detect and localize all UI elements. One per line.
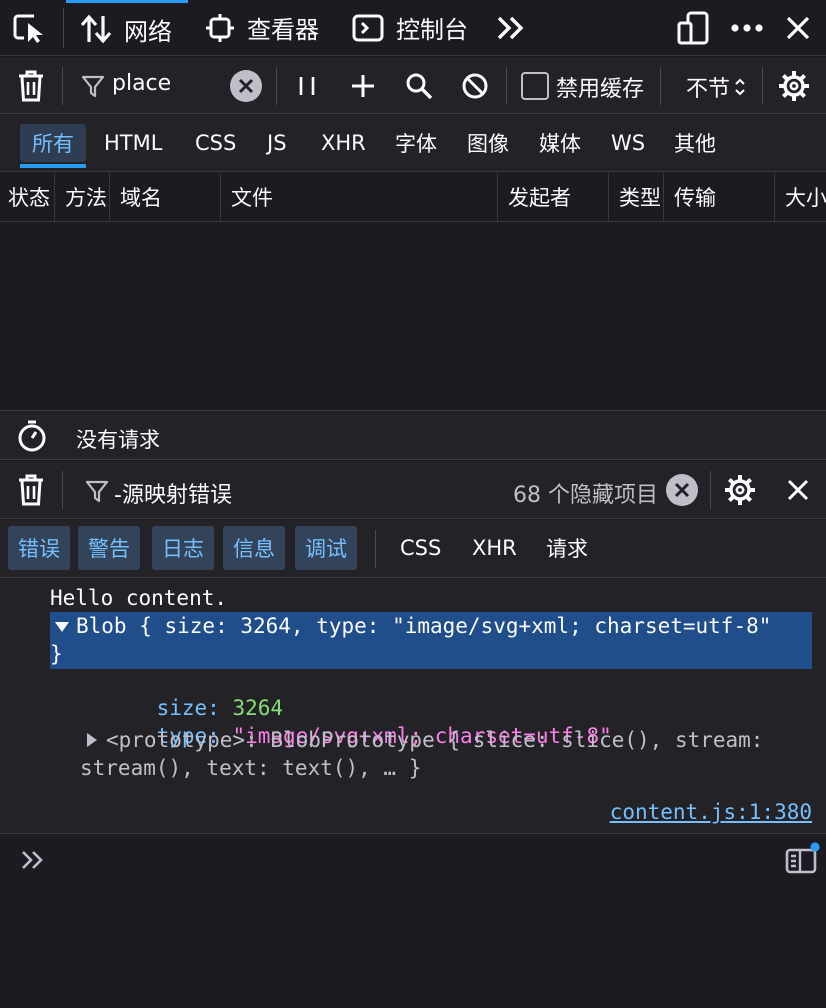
type-filter-other[interactable]: 其他: [662, 124, 728, 162]
divider: [276, 67, 277, 105]
tab-inspector[interactable]: 查看器: [205, 0, 319, 55]
column-domain[interactable]: 域名: [110, 173, 221, 221]
request-table-header: 状态 方法 域名 文件 发起者 类型 传输 大小: [0, 173, 826, 222]
column-status[interactable]: 状态: [0, 173, 55, 221]
disable-cache-label: 禁用缓存: [556, 77, 645, 102]
expand-triangle-icon[interactable]: [54, 621, 70, 633]
prompt-chevron-icon: [18, 847, 48, 873]
divider: [506, 67, 507, 105]
column-method[interactable]: 方法: [55, 173, 110, 221]
prototype-row-continued: stream(), text: text(), … }: [80, 756, 422, 780]
divider: [62, 471, 63, 509]
type-filter-all[interactable]: 所有: [20, 124, 86, 168]
more-options-icon[interactable]: [728, 12, 766, 44]
level-logs[interactable]: 日志: [152, 526, 214, 570]
level-errors[interactable]: 错误: [8, 526, 70, 570]
request-list-empty: [0, 222, 826, 410]
column-file[interactable]: 文件: [221, 173, 498, 221]
editor-mode-toggle-icon[interactable]: [784, 841, 820, 875]
clear-filter-icon[interactable]: [230, 70, 262, 102]
throttling-value: 不节: [686, 77, 731, 102]
clear-filter-icon[interactable]: [666, 474, 698, 506]
column-size[interactable]: 大小: [775, 173, 826, 221]
filter-xhr[interactable]: XHR: [462, 526, 527, 570]
tab-inspector-label: 查看器: [247, 16, 319, 44]
divider: [660, 67, 661, 105]
block-requests-icon[interactable]: [459, 70, 491, 102]
divider: [710, 471, 711, 509]
updown-chevron-icon: [734, 77, 746, 97]
hidden-items-count: 68 个隐藏项目: [513, 483, 658, 508]
blob-object-close-brace: }: [50, 642, 63, 666]
network-arrows-icon: [80, 14, 112, 44]
request-type-filters: 所有 HTML CSS JS XHR 字体 图像 媒体 WS 其他: [0, 114, 826, 172]
url-filter-input[interactable]: place: [112, 71, 171, 96]
tab-console[interactable]: 控制台: [352, 0, 468, 55]
divider: [63, 8, 64, 48]
tab-network-label: 网络: [124, 17, 172, 46]
divider: [62, 67, 63, 105]
tab-network[interactable]: 网络: [66, 0, 188, 55]
console-input[interactable]: [0, 835, 826, 1008]
collapse-triangle-icon[interactable]: [86, 732, 98, 748]
blob-object-summary[interactable]: Blob { size: 3264, type: "image/svg+xml;…: [76, 614, 771, 638]
search-icon[interactable]: [403, 70, 435, 102]
console-filter-input[interactable]: -源映射错误: [114, 477, 232, 509]
disable-cache-checkbox[interactable]: [521, 72, 549, 100]
inspector-icon: [205, 13, 235, 43]
tab-console-label: 控制台: [396, 16, 468, 44]
source-location-link[interactable]: content.js:1:380: [610, 800, 812, 824]
no-requests-text: 没有请求: [76, 428, 160, 452]
console-settings-gear-icon[interactable]: [722, 472, 758, 508]
type-filter-fonts[interactable]: 字体: [383, 124, 449, 162]
log-message-hello: Hello content.: [50, 586, 228, 610]
pause-icon[interactable]: [294, 73, 320, 99]
element-picker-icon[interactable]: [10, 10, 50, 46]
responsive-design-icon[interactable]: [674, 10, 712, 46]
divider: [762, 67, 763, 105]
type-filter-html[interactable]: HTML: [92, 124, 174, 162]
filter-css[interactable]: CSS: [390, 526, 451, 570]
level-warnings[interactable]: 警告: [78, 526, 140, 570]
type-filter-media[interactable]: 媒体: [527, 124, 593, 162]
network-status-bar: 没有请求: [0, 410, 826, 460]
level-info[interactable]: 信息: [223, 526, 285, 570]
column-transferred[interactable]: 传输: [664, 173, 775, 221]
column-initiator[interactable]: 发起者: [498, 173, 609, 221]
prototype-row[interactable]: <prototype>: BlobPrototype { slice: slic…: [106, 728, 763, 752]
stopwatch-icon[interactable]: [16, 420, 48, 452]
divider: [375, 530, 376, 568]
network-toolbar: place 禁用缓存 不节: [0, 57, 826, 114]
filter-funnel-icon: [84, 477, 110, 505]
settings-gear-icon[interactable]: [776, 68, 812, 104]
type-filter-images[interactable]: 图像: [455, 124, 521, 162]
toolbox-tabbar: 网络 查看器 控制台: [0, 0, 826, 56]
add-request-plus-icon[interactable]: [348, 71, 378, 101]
type-filter-ws[interactable]: WS: [599, 124, 657, 162]
throttling-select[interactable]: 不节: [686, 71, 746, 103]
trash-icon[interactable]: [14, 67, 48, 105]
trash-icon[interactable]: [14, 471, 48, 509]
more-tabs-chevron-icon[interactable]: [494, 12, 528, 44]
console-toolbar: -源映射错误 68 个隐藏项目: [0, 461, 826, 519]
close-split-console-icon[interactable]: [782, 474, 814, 506]
type-filter-js[interactable]: JS: [255, 124, 299, 162]
filter-funnel-icon: [80, 72, 106, 100]
column-type[interactable]: 类型: [609, 173, 664, 221]
console-icon: [352, 14, 384, 42]
type-filter-xhr[interactable]: XHR: [309, 124, 378, 162]
filter-requests[interactable]: 请求: [536, 526, 598, 570]
type-filter-css[interactable]: CSS: [183, 124, 248, 162]
console-output: Hello content. Blob { size: 3264, type: …: [0, 578, 826, 834]
close-toolbox-icon[interactable]: [780, 10, 816, 46]
console-level-filters: 错误 警告 日志 信息 调试 CSS XHR 请求: [0, 520, 826, 578]
level-debug[interactable]: 调试: [295, 526, 357, 570]
